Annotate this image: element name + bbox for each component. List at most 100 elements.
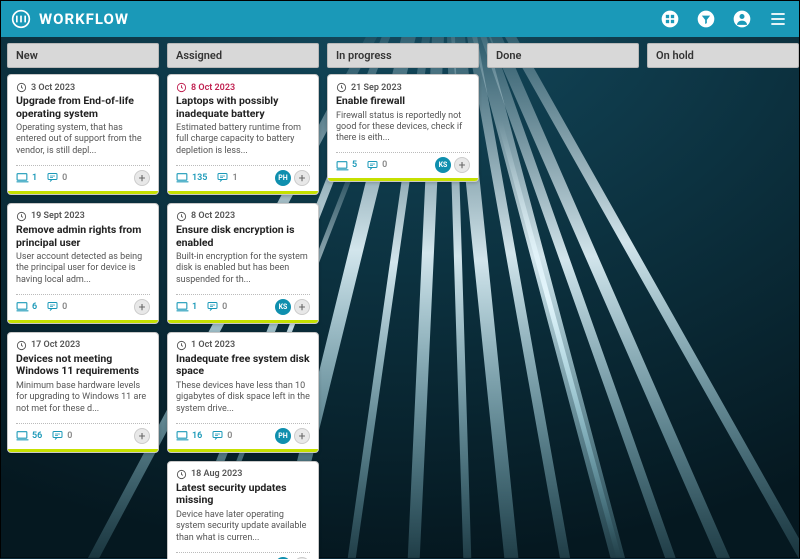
card-date: 8 Oct 2023 [176, 211, 310, 222]
status-accent-bar [328, 178, 478, 181]
card-date: 19 Sept 2023 [16, 211, 150, 222]
comment-icon [217, 172, 229, 183]
card-footer: 10KS+ [176, 299, 310, 315]
comment-count: 0 [47, 301, 67, 312]
clock-icon [16, 211, 27, 222]
comment-icon [52, 430, 64, 441]
comment-icon [212, 430, 224, 441]
card-title: Laptops with possibly inadequate battery [176, 95, 310, 120]
task-card[interactable]: 19 Sept 2023 Remove admin rights from pri… [7, 203, 159, 324]
card-footer: 16 0 PH+ [176, 428, 310, 444]
device-icon [336, 160, 349, 171]
dashboard-icon[interactable] [659, 8, 681, 30]
device-count: 56 [16, 430, 42, 441]
device-icon [16, 430, 29, 441]
assignee-avatar[interactable]: KS [275, 299, 291, 315]
card-date: 3 Oct 2023 [16, 82, 150, 93]
add-button[interactable]: + [454, 157, 470, 173]
card-title: Upgrade from End-of-life operating syste… [16, 95, 150, 120]
card-footer: 135 1 PH+ [176, 170, 310, 186]
column-header[interactable]: Done [487, 43, 639, 68]
column-header[interactable]: On hold [647, 43, 799, 68]
clock-icon [176, 82, 187, 93]
card-title: Enable firewall [336, 95, 470, 108]
device-count: 16 [176, 430, 202, 441]
card-date: 17 Oct 2023 [16, 340, 150, 351]
card-title: Devices not meeting Windows 11 requireme… [16, 353, 150, 378]
brand: WORKFLOW [11, 9, 129, 29]
clock-icon [336, 82, 347, 93]
device-icon [16, 301, 29, 312]
task-card[interactable]: 3 Oct 2023 Upgrade from End-of-life opera… [7, 74, 159, 195]
comment-count: 1 [217, 172, 237, 183]
clock-icon [176, 211, 187, 222]
task-card[interactable]: 17 Oct 2023 Devices not meeting Windows 1… [7, 332, 159, 453]
assignee-avatar[interactable]: PH [275, 428, 291, 444]
comment-count: 0 [367, 160, 387, 171]
task-card[interactable]: 21 Sep 2023Enable firewallFirewall statu… [327, 74, 479, 182]
app-title: WORKFLOW [39, 10, 129, 28]
add-button[interactable]: + [134, 428, 150, 444]
add-button[interactable]: + [294, 170, 310, 186]
card-date: 21 Sep 2023 [336, 82, 470, 93]
status-accent-bar [8, 191, 158, 194]
clock-icon [16, 340, 27, 351]
column-new: New 3 Oct 2023 Upgrade from End-of-life op… [7, 43, 159, 461]
device-count: 1 [16, 172, 37, 183]
card-title: Remove admin rights from principal user [16, 224, 150, 249]
column-header[interactable]: In progress [327, 43, 479, 68]
card-title: Inadequate free system disk space [176, 353, 310, 378]
status-accent-bar [8, 320, 158, 323]
add-button[interactable]: + [294, 428, 310, 444]
column-header[interactable]: New [7, 43, 159, 68]
comment-count: 0 [52, 430, 72, 441]
status-accent-bar [168, 449, 318, 452]
header-actions [659, 8, 789, 30]
card-date: 8 Oct 2023 [176, 82, 310, 93]
add-button[interactable]: + [134, 170, 150, 186]
task-card[interactable]: 8 Oct 2023Ensure disk encryption is enab… [167, 203, 319, 324]
column-in_progress: In progress21 Sep 2023Enable firewallFir… [327, 43, 479, 190]
comment-count: 0 [212, 430, 232, 441]
card-description: User account detected as being the princ… [16, 252, 150, 286]
menu-icon[interactable] [767, 8, 789, 30]
card-footer: 50 KS+ [336, 157, 470, 173]
task-card[interactable]: 8 Oct 2023 Laptops with possibly inadequa… [167, 74, 319, 195]
device-icon [16, 172, 29, 183]
device-count: 1 [176, 301, 197, 312]
status-accent-bar [168, 320, 318, 323]
device-icon [176, 301, 189, 312]
filter-icon[interactable] [695, 8, 717, 30]
status-accent-bar [168, 191, 318, 194]
card-date: 18 Aug 2023 [176, 469, 310, 480]
column-header[interactable]: Assigned [167, 43, 319, 68]
account-icon[interactable] [731, 8, 753, 30]
card-footer: 60+ [16, 299, 150, 315]
clock-icon [176, 469, 187, 480]
device-icon [176, 172, 189, 183]
kanban-board: New 3 Oct 2023 Upgrade from End-of-life op… [1, 37, 799, 559]
column-assigned: Assigned 8 Oct 2023 Laptops with possibly … [167, 43, 319, 559]
card-description: Built-in encryption for the system disk … [176, 252, 310, 286]
assignee-avatar[interactable]: PH [275, 170, 291, 186]
task-card[interactable]: 1 Oct 2023 Inadequate free system disk sp… [167, 332, 319, 453]
column-on_hold: On hold [647, 43, 799, 74]
card-date: 1 Oct 2023 [176, 340, 310, 351]
card-description: Estimated battery runtime from full char… [176, 123, 310, 157]
device-count: 135 [176, 172, 207, 183]
add-button[interactable]: + [134, 299, 150, 315]
device-count: 5 [336, 160, 357, 171]
logo-icon [11, 9, 31, 29]
comment-icon [47, 172, 59, 183]
device-icon [176, 430, 189, 441]
column-done: Done [487, 43, 639, 74]
card-footer: 10 + [16, 170, 150, 186]
task-card[interactable]: 18 Aug 2023 Latest security updates missi… [167, 461, 319, 559]
card-title: Latest security updates missing [176, 482, 310, 507]
assignee-avatar[interactable]: KS [435, 157, 451, 173]
comment-count: 0 [47, 172, 67, 183]
comment-icon [207, 301, 219, 312]
card-footer: 56 0 + [16, 428, 150, 444]
add-button[interactable]: + [294, 299, 310, 315]
card-description: These devices have less than 10 gigabyte… [176, 381, 310, 415]
